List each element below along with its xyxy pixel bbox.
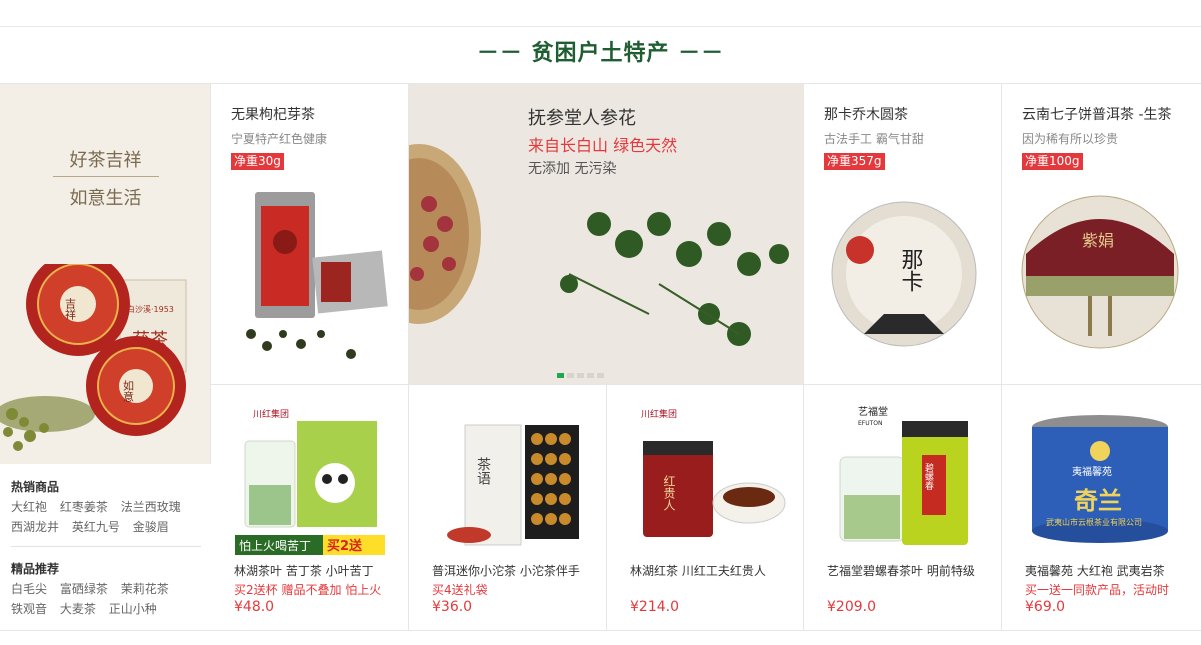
brand-logo-en: EFUTON (858, 420, 883, 427)
brand-logo: 川红集团 (253, 408, 289, 420)
image-offer: 买2送 (327, 538, 363, 554)
product-price: ¥214.0 (630, 599, 679, 615)
slogan-bottom: 如意生活 (69, 188, 142, 209)
best-link[interactable]: 铁观音 (11, 602, 47, 616)
best-row-2: 铁观音 大麦茶 正山小种 (11, 600, 166, 617)
product-name: 那卡乔木圆茶 (824, 107, 908, 123)
weight-badge: 净重100g (1022, 153, 1083, 170)
cake1-label: 吉祥 (64, 298, 77, 320)
tin-label: 白沙溪·1953 (127, 304, 174, 314)
brand-logo: 川红集团 (641, 408, 677, 420)
product-card[interactable]: 艺福堂 EFUTON 碧螺春 艺福堂碧螺春茶叶 明前特级 ¥209.0 (804, 384, 1002, 630)
box-label: 茶语 (475, 457, 491, 485)
product-card[interactable]: 川红集团 红贵人 林湖红茶 川红工夫红贵人 ¥214.0 (607, 384, 804, 630)
tin-big-label: 奇兰 (1074, 487, 1122, 515)
product-promo: 买4送礼袋 (432, 583, 488, 597)
product-name: 夷福馨苑 大红袍 武夷岩茶 (1025, 564, 1165, 578)
product-subtitle: 宁夏特产红色健康 (231, 132, 328, 146)
product-name: 普洱迷你小沱茶 小沱茶伴手 (432, 564, 580, 578)
best-row-1: 白毛尖 富硒绿茶 茉莉花茶 (11, 580, 178, 597)
product-price: ¥209.0 (827, 599, 876, 615)
product-image: 川红集团 红贵人 (641, 408, 786, 537)
hot-row-1: 大红袍 红枣姜茶 法兰西玫瑰 (11, 498, 190, 515)
left-links-panel: 热销商品 大红袍 红枣姜茶 法兰西玫瑰 西湖龙井 英红九号 金骏眉 精品推荐 白… (0, 464, 211, 630)
image-slogan: 怕上火喝苦丁 (239, 538, 311, 553)
tin-brand: 夷福馨苑 (1072, 465, 1112, 478)
tin-small-label: 武夷山市云根茶业有限公司 (1046, 517, 1142, 527)
product-price: ¥36.0 (432, 599, 473, 615)
product-image: 艺福堂 EFUTON 碧螺春 (839, 405, 968, 545)
carousel-dot[interactable] (577, 373, 584, 378)
brand-logo: 艺福堂 (858, 405, 888, 418)
best-link[interactable]: 正山小种 (109, 602, 157, 616)
product-grid: 好茶吉祥 如意生活 白沙溪·1953 茯茶 吉祥 如意 热销商品 大红袍 (0, 83, 1201, 631)
hot-title: 热销商品 (11, 480, 60, 494)
product-card[interactable]: 茶语 普洱迷你小沱茶 小沱茶伴手 买4送礼袋 ¥36.0 (409, 384, 607, 630)
product-price: ¥69.0 (1025, 599, 1066, 615)
carousel-dot[interactable] (567, 373, 574, 378)
best-title: 精品推荐 (11, 562, 60, 576)
weight-badge: 净重357g (824, 153, 885, 170)
product-name: 无果枸杞芽茶 (231, 107, 315, 123)
product-name: 林湖红茶 川红工夫红贵人 (630, 564, 766, 578)
tin-label: 红贵人 (662, 474, 676, 511)
slogan-divider (53, 176, 159, 177)
product-image (246, 192, 388, 359)
product-name: 林湖茶叶 苦丁茶 小叶苦丁 (234, 564, 374, 578)
product-image: 川红集团 怕上火喝苦丁 买2送 (235, 408, 385, 555)
slogan-top: 好茶吉祥 (69, 150, 142, 171)
carousel-dot[interactable] (587, 373, 594, 378)
product-name: 艺福堂碧螺春茶叶 明前特级 (827, 564, 975, 578)
product-price: ¥48.0 (234, 599, 275, 615)
top-strip (0, 0, 1201, 27)
hot-link[interactable]: 红枣姜茶 (60, 500, 108, 514)
product-card[interactable]: 那卡乔木圆茶 古法手工 霸气甘甜 净重357g 那卡 (804, 84, 1002, 384)
banner-carousel[interactable]: 抚参堂人参花 来自长白山 绿色天然 无添加 无污染 (409, 84, 804, 384)
cake-label: 那卡 (898, 248, 924, 292)
best-link[interactable]: 大麦茶 (60, 602, 96, 616)
hot-link[interactable]: 法兰西玫瑰 (121, 500, 181, 514)
product-subtitle: 因为稀有所以珍贵 (1022, 132, 1119, 146)
product-card[interactable]: 无果枸杞芽茶 宁夏特产红色健康 净重30g (211, 84, 409, 384)
product-card[interactable]: 云南七子饼普洱茶 -生茶 因为稀有所以珍贵 净重100g 紫娟 (1002, 84, 1201, 384)
left-promo-column[interactable]: 好茶吉祥 如意生活 白沙溪·1953 茯茶 吉祥 如意 热销商品 大红袍 (0, 84, 211, 630)
product-card[interactable]: 夷福馨苑 奇兰 武夷山市云根茶业有限公司 夷福馨苑 大红袍 武夷岩茶 买一送一同… (1002, 384, 1201, 630)
tea-cakes-image: 白沙溪·1953 茯茶 吉祥 如意 (0, 264, 187, 451)
product-name: 云南七子饼普洱茶 -生茶 (1022, 107, 1172, 123)
product-image: 茶语 (447, 424, 579, 546)
hot-row-2: 西湖龙井 英红九号 金骏眉 (11, 518, 178, 535)
product-image: 那卡 (831, 201, 977, 347)
carousel-dot[interactable] (597, 373, 604, 378)
product-card[interactable]: 川红集团 怕上火喝苦丁 买2送 林湖茶叶 苦丁茶 小叶苦丁 买2送杯 赠品不叠加… (211, 384, 409, 630)
cake-label: 紫娟 (1082, 231, 1114, 250)
product-image: 紫娟 (1021, 195, 1179, 349)
product-promo: 买一送一同款产品，活动时 (1025, 583, 1170, 597)
banner-subtext: 无添加 无污染 (528, 161, 617, 177)
product-image: 夷福馨苑 奇兰 武夷山市云根茶业有限公司 (1032, 415, 1168, 543)
carousel-dots (557, 363, 607, 382)
best-link[interactable]: 富硒绿茶 (60, 582, 108, 596)
cake2-label: 如意 (122, 379, 135, 402)
banner-title: 抚参堂人参花 (528, 108, 636, 129)
section-title: －－ 贫困户土特产 －－ (476, 41, 725, 66)
hot-link[interactable]: 金骏眉 (133, 520, 169, 534)
weight-badge: 净重30g (231, 153, 284, 170)
carousel-dot[interactable] (557, 373, 564, 378)
hot-link[interactable]: 西湖龙井 (11, 520, 59, 534)
banner-tagline: 来自长白山 绿色天然 (528, 136, 678, 155)
product-promo: 买2送杯 赠品不叠加 怕上火 (234, 583, 382, 597)
best-link[interactable]: 茉莉花茶 (121, 582, 169, 596)
tin-label: 碧螺春 (923, 462, 934, 491)
best-link[interactable]: 白毛尖 (11, 582, 47, 596)
product-subtitle: 古法手工 霸气甘甜 (824, 132, 924, 146)
hot-link[interactable]: 大红袍 (11, 500, 47, 514)
hot-link[interactable]: 英红九号 (72, 520, 120, 534)
links-divider (11, 546, 201, 547)
